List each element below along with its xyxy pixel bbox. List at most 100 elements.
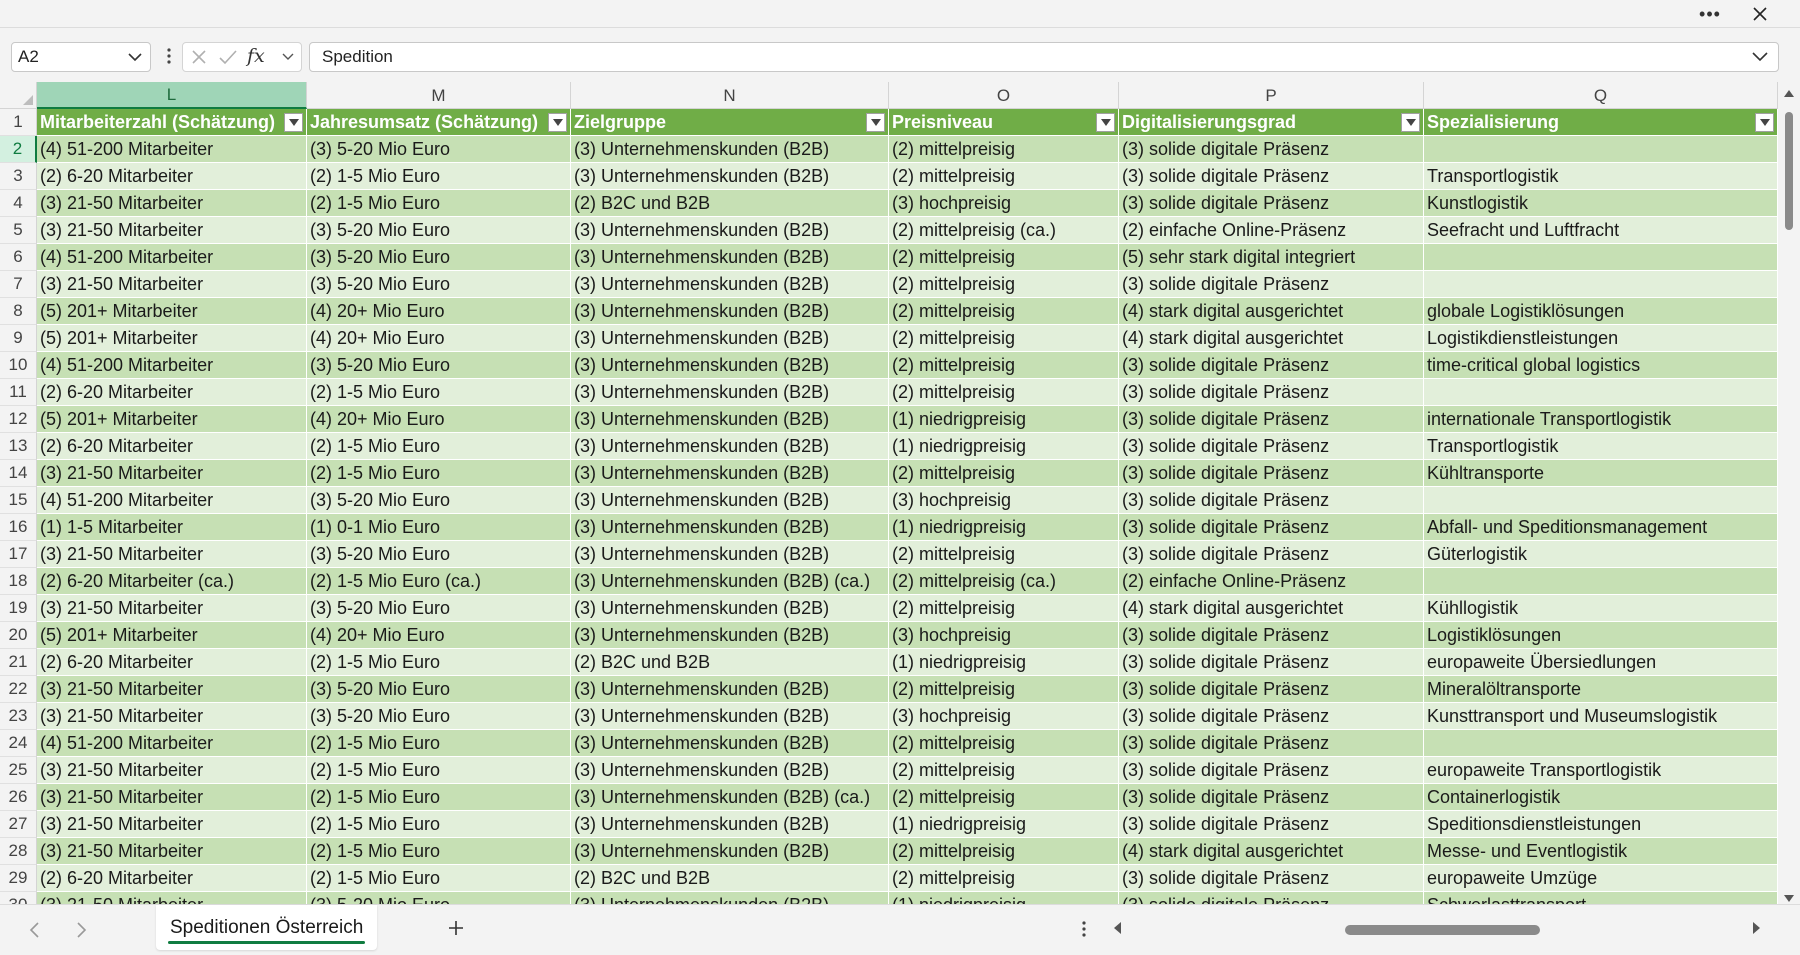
table-cell[interactable] [1424, 568, 1778, 595]
table-cell[interactable]: (3) hochpreisig [889, 703, 1119, 730]
table-cell[interactable]: (3) Unternehmenskunden (B2B) [571, 676, 889, 703]
table-cell[interactable]: (2) mittelpreisig [889, 325, 1119, 352]
table-cell[interactable]: Kühllogistik [1424, 595, 1778, 622]
row-number[interactable]: 26 [0, 784, 37, 811]
table-cell[interactable]: (2) 1-5 Mio Euro [307, 190, 571, 217]
table-cell[interactable]: (3) 5-20 Mio Euro [307, 217, 571, 244]
table-cell[interactable]: globale Logistiklösungen [1424, 298, 1778, 325]
table-cell[interactable]: europaweite Umzüge [1424, 865, 1778, 892]
close-button[interactable] [1742, 0, 1778, 28]
table-cell[interactable]: (3) hochpreisig [889, 190, 1119, 217]
row-number[interactable]: 27 [0, 811, 37, 838]
table-cell[interactable]: (3) Unternehmenskunden (B2B) [571, 514, 889, 541]
table-cell[interactable]: (2) mittelpreisig [889, 757, 1119, 784]
column-header-m[interactable]: M [307, 82, 571, 109]
table-cell[interactable]: (3) 21-50 Mitarbeiter [37, 217, 307, 244]
table-cell[interactable]: (3) solide digitale Präsenz [1119, 487, 1424, 514]
table-cell[interactable]: (2) 1-5 Mio Euro [307, 865, 571, 892]
table-cell[interactable]: (3) Unternehmenskunden (B2B) [571, 460, 889, 487]
row-number[interactable]: 1 [0, 109, 37, 136]
table-cell[interactable]: Logistikdienstleistungen [1424, 325, 1778, 352]
row-number[interactable]: 22 [0, 676, 37, 703]
name-box[interactable]: A2 [11, 42, 151, 72]
chevron-down-icon[interactable] [128, 52, 142, 62]
row-number[interactable]: 13 [0, 433, 37, 460]
table-cell[interactable]: (3) Unternehmenskunden (B2B) [571, 757, 889, 784]
table-cell[interactable]: (3) Unternehmenskunden (B2B) [571, 163, 889, 190]
confirm-check-icon[interactable] [218, 48, 238, 66]
table-cell[interactable]: (2) 1-5 Mio Euro [307, 811, 571, 838]
row-number[interactable]: 18 [0, 568, 37, 595]
row-number[interactable]: 28 [0, 838, 37, 865]
vertical-scroll-thumb[interactable] [1785, 112, 1793, 230]
row-number[interactable]: 3 [0, 163, 37, 190]
table-cell[interactable]: (2) mittelpreisig [889, 379, 1119, 406]
table-cell[interactable]: (2) 1-5 Mio Euro [307, 730, 571, 757]
table-cell[interactable]: (3) solide digitale Präsenz [1119, 163, 1424, 190]
filter-dropdown-button[interactable] [284, 113, 303, 132]
table-cell[interactable]: (2) 1-5 Mio Euro [307, 433, 571, 460]
row-number[interactable]: 12 [0, 406, 37, 433]
table-cell[interactable] [1424, 730, 1778, 757]
table-cell[interactable]: (3) 21-50 Mitarbeiter [37, 811, 307, 838]
row-number[interactable]: 4 [0, 190, 37, 217]
table-cell[interactable]: (3) 21-50 Mitarbeiter [37, 757, 307, 784]
table-cell[interactable]: Kunsttransport und Museumslogistik [1424, 703, 1778, 730]
table-cell[interactable]: (2) 6-20 Mitarbeiter [37, 163, 307, 190]
table-cell[interactable]: (4) 51-200 Mitarbeiter [37, 244, 307, 271]
row-number[interactable]: 21 [0, 649, 37, 676]
insert-function-button[interactable]: fx [247, 45, 265, 67]
table-cell[interactable]: (2) B2C und B2B [571, 865, 889, 892]
row-number[interactable]: 6 [0, 244, 37, 271]
expand-formula-chevron-icon[interactable] [1752, 51, 1768, 63]
add-sheet-button[interactable] [442, 914, 470, 942]
row-number[interactable]: 19 [0, 595, 37, 622]
column-header-p[interactable]: P [1119, 82, 1424, 109]
table-header-cell[interactable]: Spezialisierung [1424, 109, 1778, 136]
table-cell[interactable]: (3) solide digitale Präsenz [1119, 136, 1424, 163]
table-cell[interactable]: (3) solide digitale Präsenz [1119, 379, 1424, 406]
table-cell[interactable]: (3) Unternehmenskunden (B2B) [571, 271, 889, 298]
table-cell[interactable]: (3) Unternehmenskunden (B2B) [571, 487, 889, 514]
table-cell[interactable]: time-critical global logistics [1424, 352, 1778, 379]
table-cell[interactable]: (3) Unternehmenskunden (B2B) [571, 352, 889, 379]
table-cell[interactable]: (3) 21-50 Mitarbeiter [37, 460, 307, 487]
table-cell[interactable]: (3) solide digitale Präsenz [1119, 406, 1424, 433]
table-cell[interactable]: (2) mittelpreisig [889, 595, 1119, 622]
table-cell[interactable]: (4) 20+ Mio Euro [307, 325, 571, 352]
table-cell[interactable]: (3) Unternehmenskunden (B2B) [571, 892, 889, 904]
table-cell[interactable]: (2) mittelpreisig [889, 460, 1119, 487]
table-cell[interactable]: Güterlogistik [1424, 541, 1778, 568]
table-cell[interactable]: (3) 5-20 Mio Euro [307, 244, 571, 271]
table-cell[interactable]: (2) 1-5 Mio Euro [307, 163, 571, 190]
table-cell[interactable] [1424, 136, 1778, 163]
table-cell[interactable]: (5) 201+ Mitarbeiter [37, 298, 307, 325]
table-cell[interactable]: Schwerlasttransport [1424, 892, 1778, 904]
table-cell[interactable]: (3) Unternehmenskunden (B2B) [571, 838, 889, 865]
table-cell[interactable]: (2) mittelpreisig [889, 298, 1119, 325]
table-cell[interactable]: (3) Unternehmenskunden (B2B) [571, 217, 889, 244]
table-cell[interactable]: (3) Unternehmenskunden (B2B) [571, 325, 889, 352]
horizontal-scroll-thumb[interactable] [1345, 925, 1540, 935]
table-cell[interactable]: (2) 6-20 Mitarbeiter [37, 865, 307, 892]
table-cell[interactable]: (3) solide digitale Präsenz [1119, 433, 1424, 460]
table-cell[interactable]: (2) 1-5 Mio Euro [307, 838, 571, 865]
table-cell[interactable]: (5) 201+ Mitarbeiter [37, 622, 307, 649]
table-cell[interactable]: Transportlogistik [1424, 433, 1778, 460]
table-cell[interactable]: (2) 1-5 Mio Euro (ca.) [307, 568, 571, 595]
table-cell[interactable]: (2) 1-5 Mio Euro [307, 379, 571, 406]
table-cell[interactable]: (2) mittelpreisig (ca.) [889, 217, 1119, 244]
table-cell[interactable]: (3) solide digitale Präsenz [1119, 676, 1424, 703]
table-cell[interactable]: (3) solide digitale Präsenz [1119, 190, 1424, 217]
table-cell[interactable]: (3) Unternehmenskunden (B2B) [571, 433, 889, 460]
table-cell[interactable]: (3) Unternehmenskunden (B2B) (ca.) [571, 568, 889, 595]
table-cell[interactable]: (3) 21-50 Mitarbeiter [37, 541, 307, 568]
row-number[interactable]: 25 [0, 757, 37, 784]
table-header-cell[interactable]: Jahresumsatz (Schätzung) [307, 109, 571, 136]
row-number[interactable]: 23 [0, 703, 37, 730]
table-cell[interactable]: Mineralöltransporte [1424, 676, 1778, 703]
table-header-cell[interactable]: Digitalisierungsgrad [1119, 109, 1424, 136]
table-cell[interactable] [1424, 244, 1778, 271]
table-cell[interactable] [1424, 379, 1778, 406]
table-cell[interactable]: (3) 21-50 Mitarbeiter [37, 676, 307, 703]
